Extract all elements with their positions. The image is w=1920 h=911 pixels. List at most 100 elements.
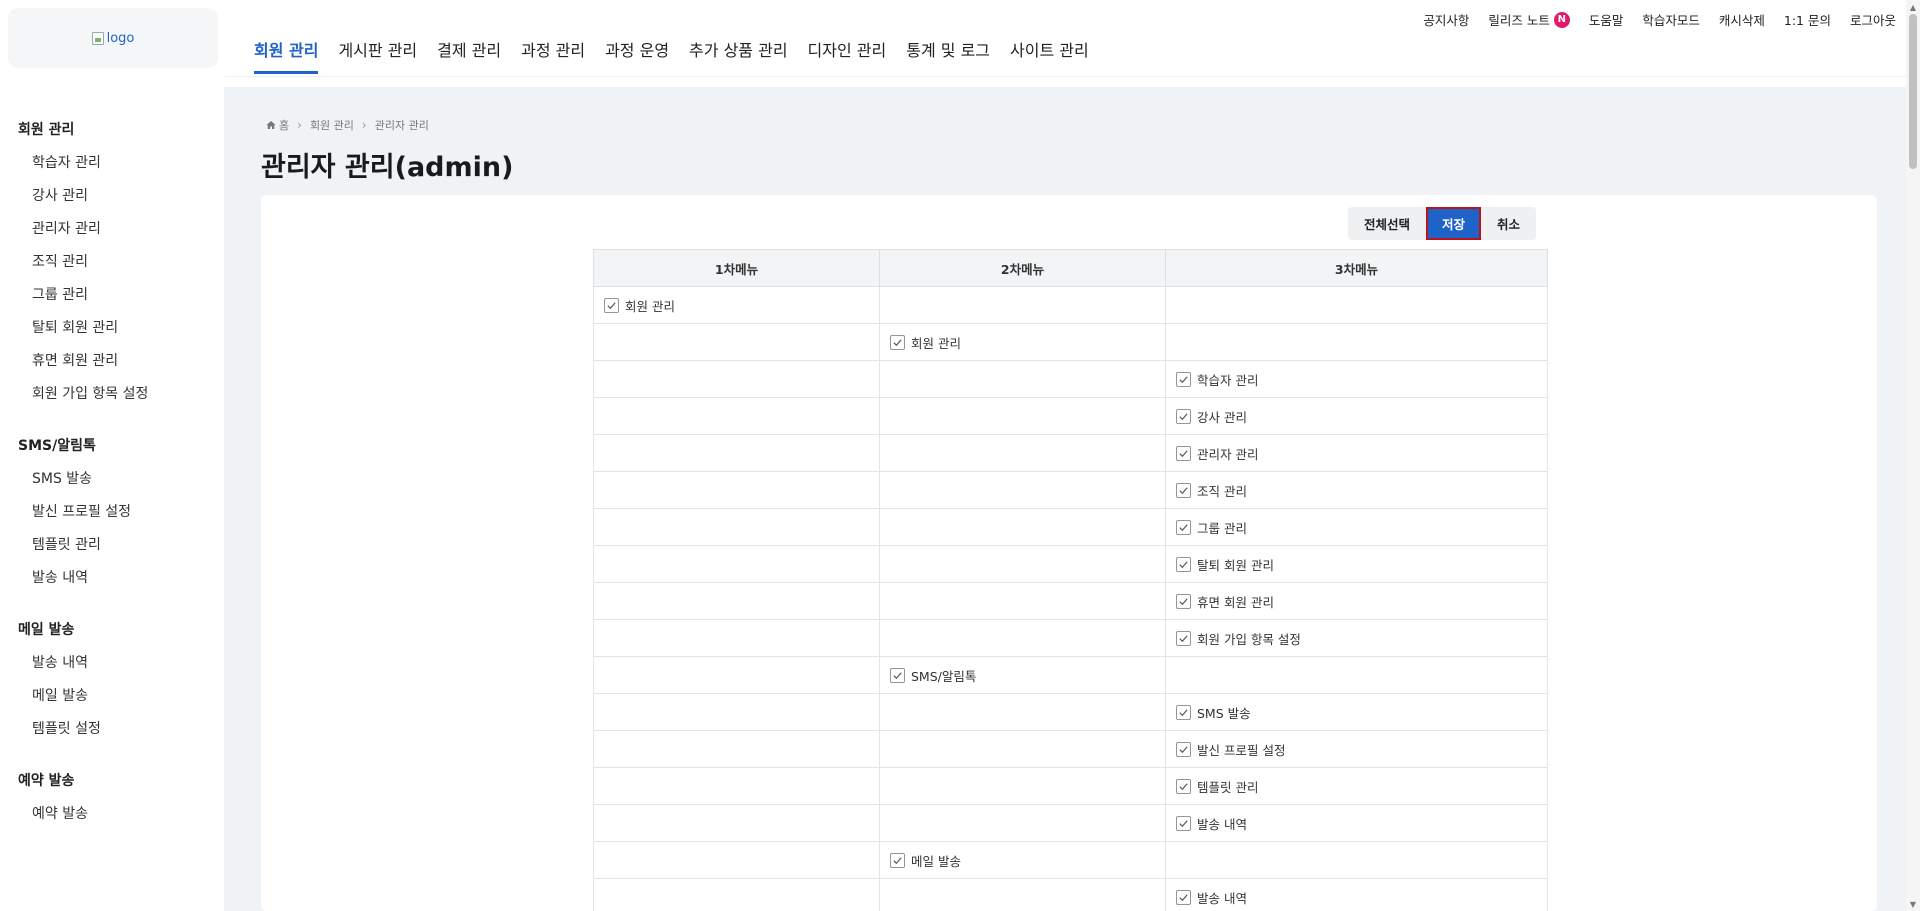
menu-permission-checkbox[interactable]: 발신 프로필 설정 bbox=[1176, 740, 1285, 759]
sidebar-group-title[interactable]: 메일 발송 bbox=[18, 612, 224, 645]
menu-permission-checkbox[interactable]: 학습자 관리 bbox=[1176, 370, 1258, 389]
page-scrollbar[interactable]: ▲ ▼ bbox=[1906, 0, 1920, 911]
release-notes-link[interactable]: 릴리즈 노트 N bbox=[1488, 10, 1570, 29]
sidebar-group-title[interactable]: SMS/알림톡 bbox=[18, 428, 224, 461]
breadcrumb-home[interactable]: 홈 bbox=[266, 117, 289, 133]
scroll-up-arrow-icon[interactable]: ▲ bbox=[1906, 0, 1920, 14]
sidebar-item[interactable]: 관리자 관리 bbox=[18, 211, 224, 244]
checkmark-icon bbox=[893, 671, 902, 679]
table-row: 탈퇴 회원 관리 bbox=[593, 545, 1548, 583]
sidebar-item[interactable]: 강사 관리 bbox=[18, 178, 224, 211]
cancel-button[interactable]: 취소 bbox=[1481, 207, 1537, 240]
checkbox-box[interactable] bbox=[890, 852, 905, 868]
breadcrumb-level2: 관리자 관리 bbox=[374, 119, 429, 132]
checkbox-box[interactable] bbox=[890, 667, 905, 683]
checkbox-box[interactable] bbox=[1176, 445, 1191, 461]
checkbox-box[interactable] bbox=[604, 297, 619, 313]
gnb-item[interactable]: 과정 관리 bbox=[511, 0, 595, 76]
sidebar-item[interactable]: 템플릿 관리 bbox=[18, 527, 224, 560]
table-cell: 발송 내역 bbox=[1165, 878, 1548, 911]
select-all-button[interactable]: 전체선택 bbox=[1348, 207, 1427, 240]
menu-permission-checkbox[interactable]: 발송 내역 bbox=[1176, 814, 1247, 833]
logout-link[interactable]: 로그아웃 bbox=[1850, 10, 1896, 29]
sidebar-item[interactable]: 그룹 관리 bbox=[18, 277, 224, 310]
checkbox-box[interactable] bbox=[1176, 704, 1191, 720]
gnb-item[interactable]: 디자인 관리 bbox=[798, 0, 897, 76]
checkbox-box[interactable] bbox=[1176, 593, 1191, 609]
table-row: 메일 발송 bbox=[593, 841, 1548, 879]
gnb-item[interactable]: 결제 관리 bbox=[427, 0, 511, 76]
menu-permission-checkbox[interactable]: 관리자 관리 bbox=[1176, 444, 1258, 463]
notice-link[interactable]: 공지사항 bbox=[1423, 10, 1469, 29]
gnb-item[interactable]: 게시판 관리 bbox=[328, 0, 427, 76]
table-cell: 메일 발송 bbox=[879, 841, 1166, 879]
clear-cache-link[interactable]: 캐시삭제 bbox=[1719, 10, 1765, 29]
gnb-item[interactable]: 회원 관리 bbox=[244, 0, 328, 76]
checkbox-box[interactable] bbox=[1176, 519, 1191, 535]
sidebar-item[interactable]: 메일 발송 bbox=[18, 678, 224, 711]
help-link[interactable]: 도움말 bbox=[1589, 10, 1624, 29]
sidebar-item[interactable]: 탈퇴 회원 관리 bbox=[18, 310, 224, 343]
checkbox-label: 조직 관리 bbox=[1197, 483, 1247, 499]
checkmark-icon bbox=[1179, 893, 1188, 901]
sidebar-item[interactable]: 발송 내역 bbox=[18, 645, 224, 678]
menu-permission-checkbox[interactable]: 회원 관리 bbox=[604, 296, 675, 315]
checkbox-box[interactable] bbox=[1176, 889, 1191, 905]
release-notes-label: 릴리즈 노트 bbox=[1488, 13, 1550, 28]
sidebar-group-title[interactable]: 예약 발송 bbox=[18, 763, 224, 796]
sidebar-item[interactable]: SMS 발송 bbox=[18, 461, 224, 494]
save-button[interactable]: 저장 bbox=[1426, 207, 1482, 240]
table-cell bbox=[879, 508, 1166, 546]
checkbox-box[interactable] bbox=[890, 334, 905, 350]
checkbox-box[interactable] bbox=[1176, 630, 1191, 646]
checkbox-box[interactable] bbox=[1176, 741, 1191, 757]
sidebar-item[interactable]: 회원 가입 항목 설정 bbox=[18, 376, 224, 409]
checkbox-box[interactable] bbox=[1176, 408, 1191, 424]
menu-permission-checkbox[interactable]: 강사 관리 bbox=[1176, 407, 1247, 426]
checkmark-icon bbox=[1179, 819, 1188, 827]
sidebar-item[interactable]: 발신 프로필 설정 bbox=[18, 494, 224, 527]
sidebar-item[interactable]: 템플릿 설정 bbox=[18, 711, 224, 744]
breadcrumb-level1[interactable]: 회원 관리 bbox=[310, 117, 354, 133]
menu-permission-checkbox[interactable]: 발송 내역 bbox=[1176, 888, 1247, 907]
menu-permission-checkbox[interactable]: SMS/알림톡 bbox=[890, 666, 976, 685]
gnb-item[interactable]: 사이트 관리 bbox=[1000, 0, 1099, 76]
gnb-item[interactable]: 추가 상품 관리 bbox=[679, 0, 798, 76]
sidebar-group-title[interactable]: 회원 관리 bbox=[18, 112, 224, 145]
table-row: 휴면 회원 관리 bbox=[593, 582, 1548, 620]
logo-container[interactable]: logo bbox=[8, 8, 218, 68]
logo[interactable]: logo bbox=[91, 31, 134, 46]
learner-mode-link[interactable]: 학습자모드 bbox=[1642, 10, 1700, 29]
table-cell: 휴면 회원 관리 bbox=[1165, 582, 1548, 620]
checkbox-box[interactable] bbox=[1176, 556, 1191, 572]
sidebar-item[interactable]: 예약 발송 bbox=[18, 796, 224, 829]
menu-permission-checkbox[interactable]: 그룹 관리 bbox=[1176, 518, 1247, 537]
sidebar-item[interactable]: 조직 관리 bbox=[18, 244, 224, 277]
menu-permission-checkbox[interactable]: 메일 발송 bbox=[890, 851, 961, 870]
menu-permission-checkbox[interactable]: SMS 발송 bbox=[1176, 703, 1251, 722]
menu-permission-checkbox[interactable]: 회원 관리 bbox=[890, 333, 961, 352]
scroll-down-arrow-icon[interactable]: ▼ bbox=[1906, 897, 1920, 911]
checkbox-label: SMS 발송 bbox=[1197, 705, 1251, 721]
checkbox-box[interactable] bbox=[1176, 815, 1191, 831]
checkmark-icon bbox=[1179, 449, 1188, 457]
checkbox-box[interactable] bbox=[1176, 778, 1191, 794]
breadcrumb-home-label: 홈 bbox=[279, 119, 290, 132]
menu-permission-checkbox[interactable]: 템플릿 관리 bbox=[1176, 777, 1258, 796]
scroll-thumb[interactable] bbox=[1909, 14, 1917, 169]
sidebar-item[interactable]: 휴면 회원 관리 bbox=[18, 343, 224, 376]
gnb-item[interactable]: 통계 및 로그 bbox=[896, 0, 1000, 76]
inquiry-link[interactable]: 1:1 문의 bbox=[1784, 10, 1831, 29]
gnb-item[interactable]: 과정 운영 bbox=[595, 0, 679, 76]
sidebar-item[interactable]: 학습자 관리 bbox=[18, 145, 224, 178]
global-nav: 회원 관리 게시판 관리 결제 관리 과정 관리 과정 운영 추가 상품 관리 디자인 관리… bbox=[244, 0, 1099, 76]
menu-permission-checkbox[interactable]: 휴면 회원 관리 bbox=[1176, 592, 1274, 611]
menu-permission-checkbox[interactable]: 탈퇴 회원 관리 bbox=[1176, 555, 1274, 574]
menu-permission-checkbox[interactable]: 조직 관리 bbox=[1176, 481, 1247, 500]
checkbox-box[interactable] bbox=[1176, 482, 1191, 498]
checkbox-box[interactable] bbox=[1176, 371, 1191, 387]
sidebar-item[interactable]: 발송 내역 bbox=[18, 560, 224, 593]
menu-permission-checkbox[interactable]: 회원 가입 항목 설정 bbox=[1176, 629, 1301, 648]
broken-image-icon bbox=[91, 31, 104, 45]
table-header-row: 1차메뉴 2차메뉴 3차메뉴 bbox=[593, 249, 1548, 287]
